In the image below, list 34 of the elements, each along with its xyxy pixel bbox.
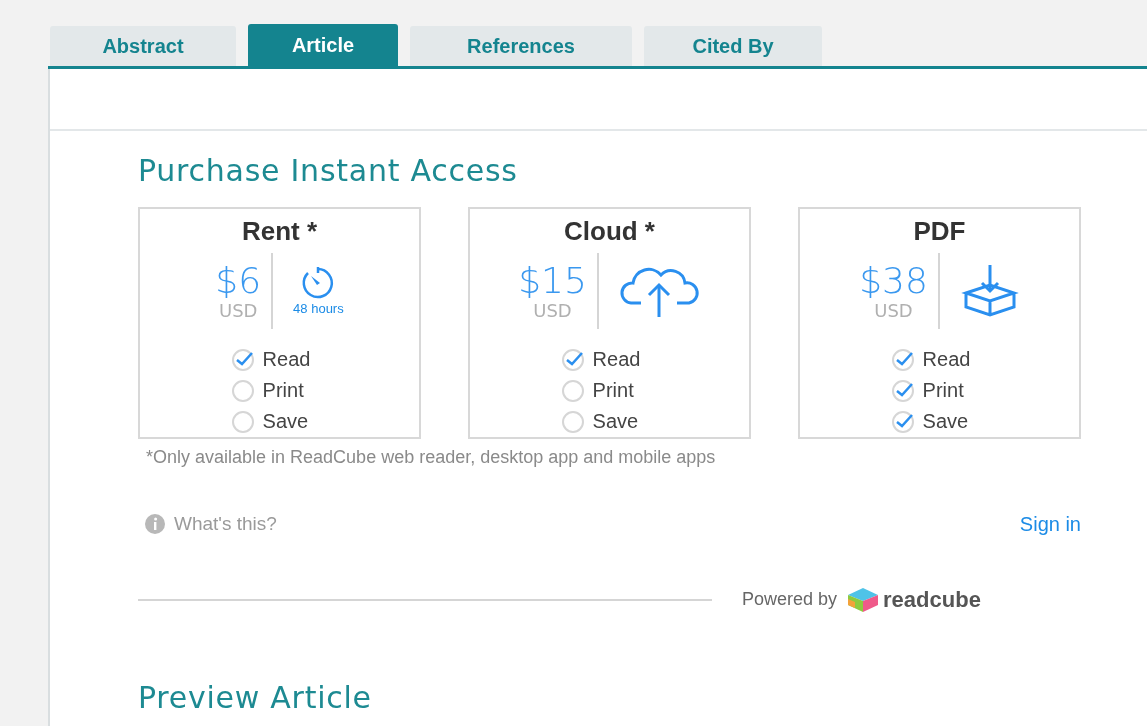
feature-label: Read xyxy=(262,346,311,372)
duration-text: 48 hours xyxy=(293,301,344,317)
feature-label: Read xyxy=(592,346,641,372)
option-title: Cloud * xyxy=(564,215,655,247)
option-title: PDF xyxy=(913,215,966,247)
tab[interactable]: References xyxy=(410,26,632,66)
feature-label: Save xyxy=(592,408,639,434)
option-card[interactable]: Rent * $6 USD 48 hours Read Print Save xyxy=(138,207,421,439)
powered-by-text: Powered by xyxy=(742,588,838,611)
tab[interactable]: Article xyxy=(248,24,398,66)
tab[interactable]: Cited By xyxy=(644,26,822,66)
option-card[interactable]: Cloud * $15 USD Read Print Save xyxy=(468,207,751,439)
currency-text: USD xyxy=(218,301,258,321)
price-text: $38 xyxy=(859,261,928,301)
info-icon[interactable] xyxy=(144,513,166,535)
price-text: $15 xyxy=(518,261,587,301)
currency-text: USD xyxy=(874,301,913,321)
price-text: $6 xyxy=(215,261,262,301)
currency-text: USD xyxy=(533,301,572,321)
tab[interactable]: Abstract xyxy=(50,26,236,66)
footnote-text: *Only available in ReadCube web reader, desktop app and mobile apps xyxy=(146,446,717,469)
feature-label: Print xyxy=(592,377,634,403)
feature-label: Print xyxy=(922,377,964,403)
brand-logo-text: readcube xyxy=(883,586,981,614)
section-heading: Purchase Instant Access xyxy=(138,152,519,190)
whats-this-link[interactable]: What's this? xyxy=(174,509,277,539)
feature-label: Read xyxy=(922,346,971,372)
option-title: Rent * xyxy=(241,215,318,247)
feature-label: Print xyxy=(262,377,304,403)
section-heading: Preview Article xyxy=(138,679,373,717)
feature-label: Save xyxy=(922,408,969,434)
feature-label: Save xyxy=(262,408,309,434)
option-card[interactable]: PDF $38 USD Read Print Save xyxy=(798,207,1081,439)
sign-in-link[interactable]: Sign in xyxy=(1019,509,1081,539)
